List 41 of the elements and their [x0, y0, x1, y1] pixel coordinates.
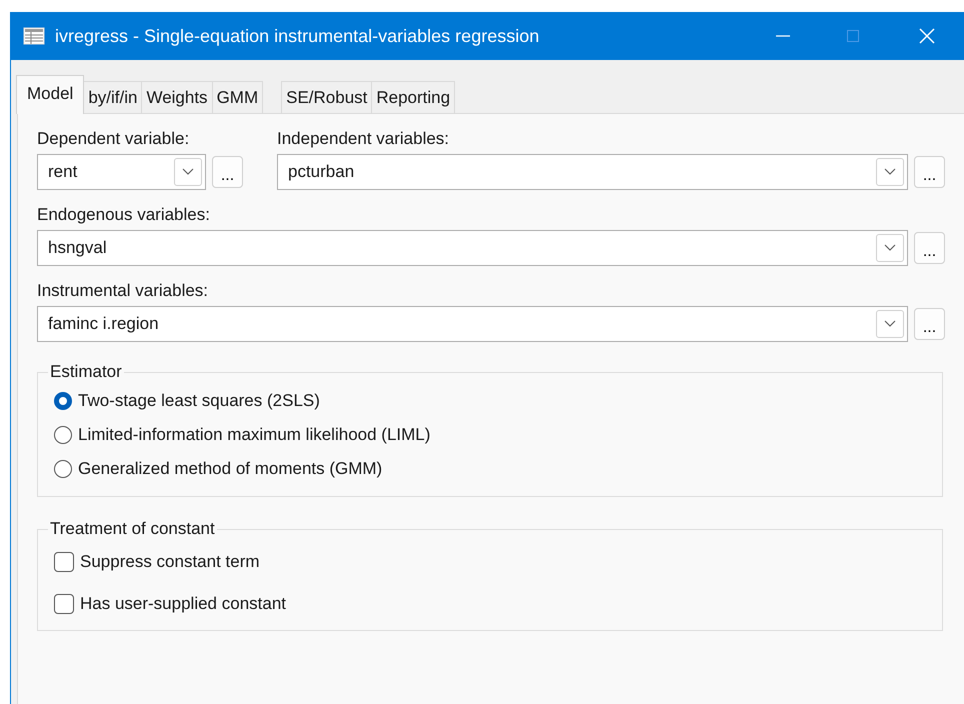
tab[interactable]: Model: [16, 75, 84, 114]
maximize-icon: [845, 28, 861, 44]
chevron-down-icon: [884, 244, 896, 252]
chevron-down-icon: [182, 168, 194, 176]
radio-button[interactable]: [54, 460, 72, 478]
chevron-down-icon: [884, 320, 896, 328]
browse-button[interactable]: ...: [914, 156, 945, 188]
radio-option[interactable]: Limited-information maximum likelihood (LIML): [54, 418, 926, 452]
dropdown-button[interactable]: [876, 234, 904, 262]
combo-box[interactable]: rent: [37, 154, 206, 190]
dropdown-button[interactable]: [876, 310, 904, 338]
browse-button[interactable]: ...: [914, 232, 945, 264]
table-icon: [23, 27, 45, 45]
group-title: Estimator: [49, 362, 123, 382]
field-label: Instrumental variables:: [37, 280, 210, 302]
tab[interactable]: SE/Robust: [281, 81, 372, 113]
checkbox-option[interactable]: Has user-supplied constant: [54, 583, 926, 625]
radio-button[interactable]: [54, 426, 72, 444]
browse-button[interactable]: ...: [212, 156, 243, 188]
combo-box[interactable]: faminc i.region: [37, 306, 908, 342]
field-label: Dependent variable:: [37, 128, 190, 150]
combo-box[interactable]: pcturban: [277, 154, 908, 190]
checkbox-option[interactable]: Suppress constant term: [54, 541, 926, 583]
dropdown-button[interactable]: [174, 158, 202, 186]
group-title: Treatment of constant: [49, 519, 216, 539]
window-title: ivregress - Single-equation instrumental-variables regression: [55, 26, 540, 46]
browse-button[interactable]: ...: [914, 308, 945, 340]
radio-option[interactable]: Generalized method of moments (GMM): [54, 452, 926, 486]
field-label: Independent variables:: [277, 128, 450, 150]
dropdown-button[interactable]: [876, 158, 904, 186]
chevron-down-icon: [884, 168, 896, 176]
tab[interactable]: GMM: [212, 81, 264, 113]
checkbox[interactable]: [54, 552, 74, 572]
radio-button[interactable]: [54, 392, 72, 410]
field-label: Endogenous variables:: [37, 204, 211, 226]
radio-option[interactable]: Two-stage least squares (2SLS): [54, 384, 926, 418]
close-icon: [918, 27, 936, 45]
minimize-icon: [776, 35, 790, 37]
checkbox[interactable]: [54, 594, 74, 614]
combo-box[interactable]: hsngval: [37, 230, 908, 266]
tab[interactable]: Reporting: [371, 81, 456, 113]
